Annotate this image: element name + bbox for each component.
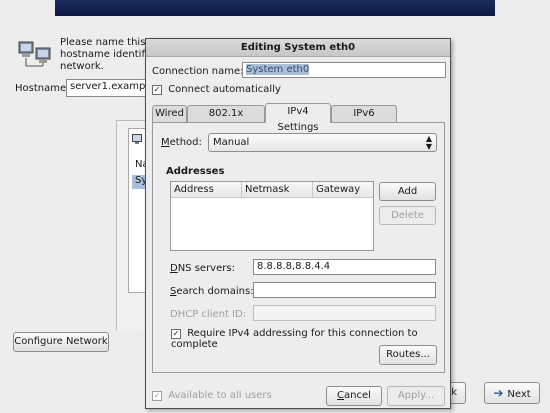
available-all-users-row[interactable]: ✓ Available to all users [152, 390, 272, 401]
connect-automatically-label: Connect automatically [168, 84, 281, 95]
available-all-users-label: Available to all users [168, 390, 272, 401]
column-netmask[interactable]: Netmask [242, 182, 313, 198]
dns-servers-label: DNS servers: [170, 263, 235, 274]
next-button[interactable]: ➔ Next [484, 382, 540, 404]
connect-automatically-row[interactable]: ✓ Connect automatically [152, 84, 281, 95]
dialog-title: Editing System eth0 [146, 39, 450, 57]
network-device-icon [132, 134, 142, 144]
select-arrows-icon: ▲ ▼ [425, 134, 432, 151]
add-button[interactable]: Add [379, 182, 436, 201]
cancel-button[interactable]: Cancel [326, 386, 382, 406]
delete-button[interactable]: Delete [379, 206, 436, 225]
column-gateway[interactable]: Gateway [313, 182, 373, 198]
connection-name-value: System eth0 [246, 64, 310, 75]
header-banner [55, 0, 495, 16]
tab-ipv4-settings[interactable]: IPv4 Settings [265, 103, 331, 133]
ipv4-settings-panel: Method: Manual ▲ ▼ Addresses Address Netm… [152, 122, 445, 373]
dhcp-client-id-input[interactable] [253, 305, 436, 321]
method-select[interactable]: Manual ▲ ▼ [208, 133, 437, 152]
connect-automatically-checkbox[interactable]: ✓ [152, 85, 162, 95]
column-address[interactable]: Address [171, 182, 242, 198]
network-computers-icon [18, 41, 51, 67]
tab-8021x-security[interactable]: 802.1x Security [187, 105, 265, 135]
apply-button[interactable]: Apply... [387, 386, 445, 406]
connection-name-label: Connection name: [152, 66, 244, 77]
available-all-users-checkbox[interactable]: ✓ [152, 391, 162, 401]
next-button-label: Next [507, 389, 531, 400]
search-domains-label: Search domains: [170, 286, 254, 297]
addresses-heading: Addresses [166, 166, 225, 177]
routes-button[interactable]: Routes... [379, 345, 437, 365]
method-value: Manual [213, 137, 250, 148]
require-ipv4-checkbox[interactable]: ✓ [171, 329, 181, 339]
editing-connection-dialog: Editing System eth0 Connection name: Sys… [145, 38, 451, 409]
dns-servers-input[interactable]: 8.8.8.8,8.8.4.4 [253, 259, 436, 275]
search-domains-input[interactable] [253, 282, 436, 298]
connection-name-input[interactable]: System eth0 [242, 62, 446, 78]
tab-wired[interactable]: Wired [152, 105, 187, 122]
addresses-table[interactable]: Address Netmask Gateway [170, 181, 374, 251]
dhcp-client-id-label: DHCP client ID: [170, 309, 247, 320]
hostname-label: Hostname: [15, 83, 70, 94]
configure-network-button[interactable]: Configure Network [13, 332, 109, 352]
next-arrow-icon: ➔ [493, 386, 504, 400]
tab-ipv6-settings[interactable]: IPv6 Settings [331, 105, 397, 135]
method-label: Method: [161, 137, 202, 148]
